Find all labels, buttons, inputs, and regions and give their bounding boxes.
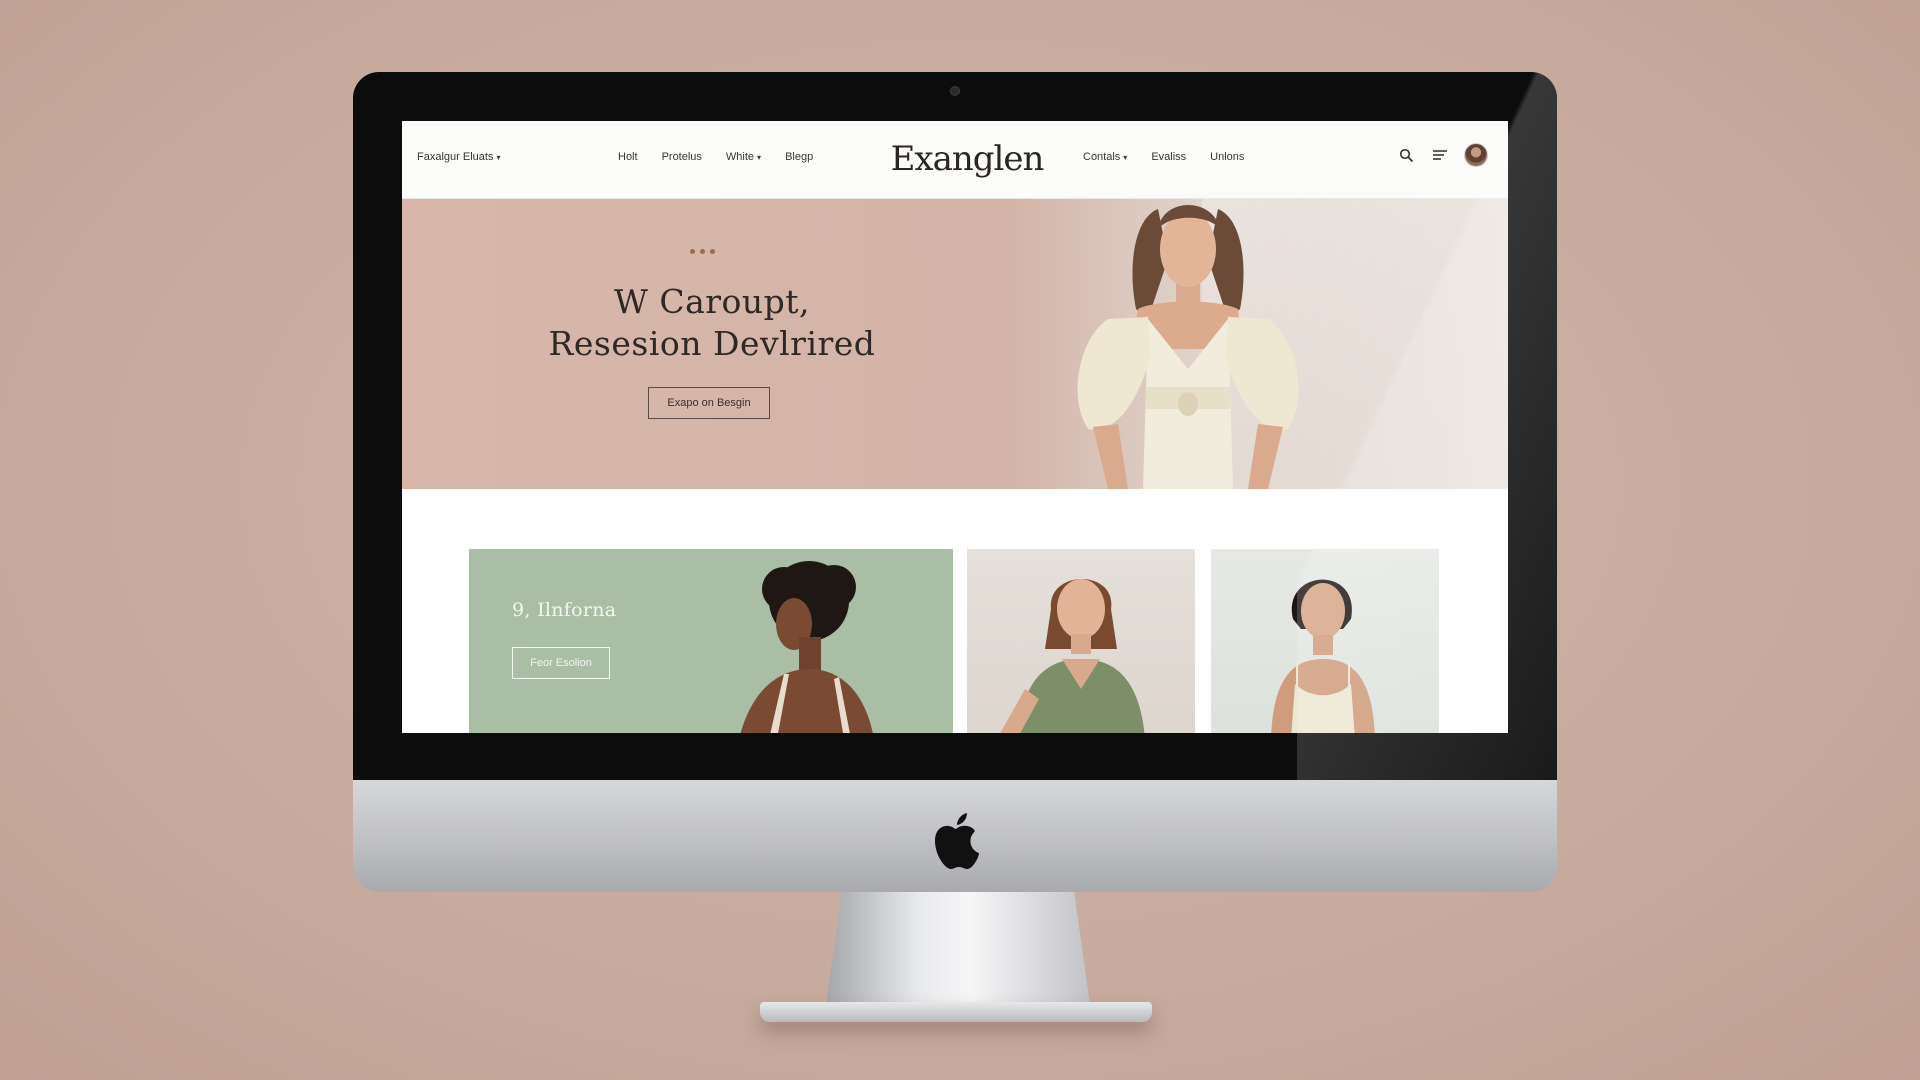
hero-title: W Caroupt, Resesion Devlrired: [502, 281, 922, 365]
feature-card-title: 9, Ilnforna: [512, 599, 617, 621]
left-dropdown-menu[interactable]: Faxalgur Eluats ▾: [417, 151, 500, 163]
chevron-down-icon: ▾: [1123, 153, 1128, 162]
hero-title-line-1: W Caroupt,: [613, 282, 811, 321]
monitor-chin: [353, 780, 1557, 892]
menu-icon[interactable]: [1430, 145, 1450, 165]
left-dropdown-label: Faxalgur Eluats: [417, 151, 494, 163]
monitor-stand-foot: [760, 1002, 1152, 1022]
search-icon[interactable]: [1396, 145, 1416, 165]
monitor-stand-neck: [826, 892, 1090, 1005]
hero-title-line-2: Resesion Devlrired: [548, 324, 876, 363]
nav-link-4[interactable]: Blegp: [785, 151, 813, 163]
hero-model-image: [1077, 205, 1299, 489]
nav-link-3-dropdown[interactable]: White ▾: [726, 151, 761, 163]
nav-link-5-label: Contals: [1083, 151, 1121, 163]
carousel-dot[interactable]: [690, 249, 695, 254]
hero-carousel-dots[interactable]: [690, 249, 715, 254]
website-screen: Faxalgur Eluats ▾ Holt Protelus White ▾ Bl…: [402, 121, 1508, 733]
chevron-down-icon: ▾: [757, 153, 762, 162]
nav-link-2[interactable]: Protelus: [662, 151, 702, 163]
site-navbar: Faxalgur Eluats ▾ Holt Protelus White ▾ Bl…: [402, 121, 1508, 199]
hero-banner: W Caroupt, Resesion Devlrired Exapo on B…: [402, 199, 1508, 489]
product-card-2[interactable]: [1211, 549, 1439, 733]
feature-model-image: [740, 561, 873, 733]
feature-card[interactable]: 9, Ilnforna Feor Esolion: [469, 549, 953, 733]
nav-icons: [1396, 143, 1488, 167]
nav-link-5-dropdown[interactable]: Contals ▾: [1083, 151, 1127, 163]
monitor-bezel: Faxalgur Eluats ▾ Holt Protelus White ▾ Bl…: [353, 72, 1557, 782]
carousel-dot[interactable]: [710, 249, 715, 254]
product-2-model-image: [1271, 579, 1375, 733]
nav-link-7[interactable]: Unlons: [1210, 151, 1244, 163]
nav-link-3-label: White: [725, 151, 755, 163]
feature-card-button[interactable]: Feor Esolion: [512, 647, 610, 679]
chevron-down-icon: ▾: [496, 153, 501, 162]
product-card-1[interactable]: [967, 549, 1195, 733]
avatar[interactable]: [1464, 143, 1488, 167]
nav-link-1[interactable]: Holt: [618, 151, 638, 163]
imac-monitor: Faxalgur Eluats ▾ Holt Protelus White ▾ Bl…: [353, 72, 1557, 892]
nav-links-right: Contals ▾ Evaliss Unlons: [1083, 151, 1244, 163]
carousel-dot[interactable]: [700, 249, 705, 254]
apple-logo-icon: [935, 813, 979, 869]
hero-cta-button[interactable]: Exapo on Besgin: [648, 387, 770, 419]
brand-logo[interactable]: Exanglen: [867, 139, 1067, 179]
camera-icon: [950, 86, 960, 96]
nav-link-6[interactable]: Evaliss: [1151, 151, 1186, 163]
product-1-model-image: [1000, 579, 1145, 733]
nav-links-left: Holt Protelus White ▾ Blegp: [618, 151, 813, 163]
featured-cards: 9, Ilnforna Feor Esolion: [402, 489, 1508, 733]
